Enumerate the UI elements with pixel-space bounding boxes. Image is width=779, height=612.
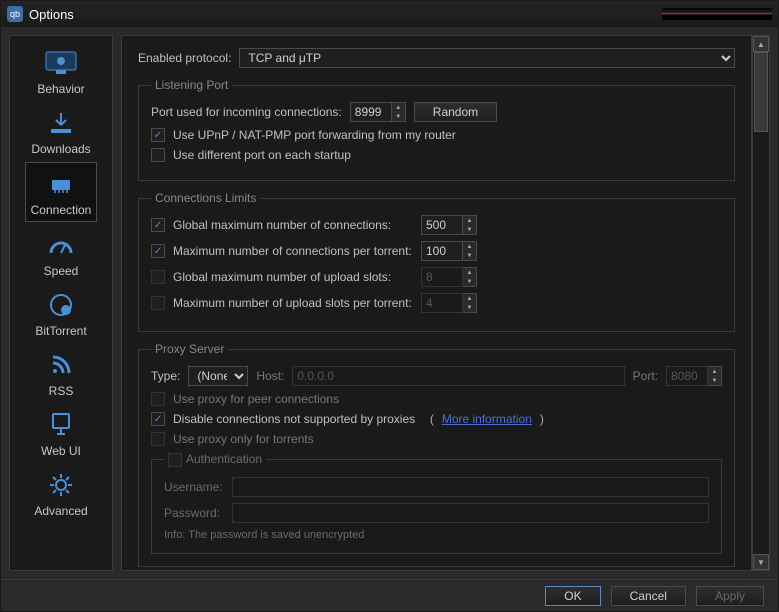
cancel-button[interactable]: Cancel (611, 586, 686, 606)
nav-speed[interactable]: Speed (25, 224, 97, 282)
maxconn-checkbox[interactable] (151, 218, 165, 232)
proxy-torrents-checkbox (151, 432, 165, 446)
scroll-up-icon[interactable]: ▲ (753, 36, 769, 52)
upnp-label: Use UPnP / NAT-PMP port forwarding from … (173, 128, 456, 142)
proxy-peer-checkbox (151, 392, 165, 406)
auth-checkbox (168, 453, 182, 467)
maxconn-spinner[interactable]: ▲▼ (463, 215, 477, 235)
nav-rss[interactable]: RSS (25, 344, 97, 402)
window-title: Options (29, 7, 74, 22)
proxy-type-label: Type: (151, 369, 180, 383)
diffport-label: Use different port on each startup (173, 148, 351, 162)
auth-legend: Authentication (164, 452, 266, 467)
maxuppt-input (421, 293, 463, 313)
window-controls[interactable] (662, 8, 772, 20)
app-icon: qb (7, 6, 23, 22)
scroll-down-icon[interactable]: ▼ (753, 554, 769, 570)
options-window: qb Options Behavior Downloads Connection… (0, 0, 779, 612)
upnp-checkbox[interactable] (151, 128, 165, 142)
nav-webui[interactable]: Web UI (25, 404, 97, 462)
proxy-disable-label: Disable connections not supported by pro… (173, 412, 415, 426)
listening-legend: Listening Port (151, 78, 232, 92)
proxy-host-label: Host: (256, 369, 284, 383)
maxconnpt-input[interactable] (421, 241, 463, 261)
rss-icon (41, 350, 81, 380)
proxy-peer-label: Use proxy for peer connections (173, 392, 339, 406)
authentication-group: Authentication Username: Password: Info:… (151, 452, 722, 554)
more-info-link[interactable]: More information (442, 412, 532, 426)
port-spinner[interactable]: ▲▼ (392, 102, 406, 122)
nav-behavior[interactable]: Behavior (25, 42, 97, 100)
webui-icon (41, 410, 81, 440)
listening-port-group: Listening Port Port used for incoming co… (138, 78, 735, 181)
download-icon (41, 108, 81, 138)
nav-bittorrent[interactable]: BitTorrent (25, 284, 97, 342)
apply-button[interactable]: Apply (696, 586, 764, 606)
port-label: Port used for incoming connections: (151, 105, 342, 119)
proxy-type-select[interactable]: (None) (188, 366, 248, 386)
maxconn-input[interactable] (421, 215, 463, 235)
proxy-disable-checkbox[interactable] (151, 412, 165, 426)
content-panel: Enabled protocol: TCP and μTP Listening … (121, 35, 752, 571)
button-bar: OK Cancel Apply (1, 579, 778, 611)
auth-user-label: Username: (164, 480, 224, 494)
gear-icon (41, 470, 81, 500)
nav-connection[interactable]: Connection (25, 162, 97, 222)
maxuppt-checkbox[interactable] (151, 296, 165, 310)
titlebar: qb Options (1, 1, 778, 27)
monitor-icon (41, 48, 81, 78)
maxup-checkbox[interactable] (151, 270, 165, 284)
maxup-input (421, 267, 463, 287)
vertical-scrollbar[interactable]: ▲ ▼ (752, 35, 770, 571)
maxuppt-label: Maximum number of upload slots per torre… (173, 296, 413, 310)
auth-pass-input (232, 503, 709, 523)
gauge-icon (41, 230, 81, 260)
ok-button[interactable]: OK (545, 586, 600, 606)
maxconnpt-label: Maximum number of connections per torren… (173, 244, 413, 258)
nav-advanced[interactable]: Advanced (25, 464, 97, 522)
connections-limits-group: Connections Limits Global maximum number… (138, 191, 735, 332)
maxconnpt-checkbox[interactable] (151, 244, 165, 258)
network-icon (41, 169, 81, 199)
globe-icon (41, 290, 81, 320)
maxconnpt-spinner[interactable]: ▲▼ (463, 241, 477, 261)
maxup-label: Global maximum number of upload slots: (173, 270, 413, 284)
maxconn-label: Global maximum number of connections: (173, 218, 413, 232)
auth-pass-label: Password: (164, 506, 224, 520)
maxup-spinner: ▲▼ (463, 267, 477, 287)
auth-user-input (232, 477, 709, 497)
auth-hint: Info: The password is saved unencrypted (164, 529, 709, 541)
proxy-port-label: Port: (633, 369, 658, 383)
maxuppt-spinner: ▲▼ (463, 293, 477, 313)
proxy-torrents-label: Use proxy only for torrents (173, 432, 314, 446)
scroll-thumb[interactable] (754, 52, 768, 132)
protocol-label: Enabled protocol: (138, 51, 231, 65)
limits-legend: Connections Limits (151, 191, 260, 205)
proxy-host-input (292, 366, 624, 386)
diffport-checkbox[interactable] (151, 148, 165, 162)
proxy-server-group: Proxy Server Type: (None) Host: Port: ▲▼… (138, 342, 735, 567)
proxy-port-input (666, 366, 708, 386)
proxy-port-spinner: ▲▼ (708, 366, 722, 386)
protocol-select[interactable]: TCP and μTP (239, 48, 735, 68)
sidebar: Behavior Downloads Connection Speed BitT… (9, 35, 113, 571)
random-button[interactable]: Random (414, 102, 497, 122)
nav-downloads[interactable]: Downloads (25, 102, 97, 160)
port-input[interactable] (350, 102, 392, 122)
proxy-legend: Proxy Server (151, 342, 228, 356)
